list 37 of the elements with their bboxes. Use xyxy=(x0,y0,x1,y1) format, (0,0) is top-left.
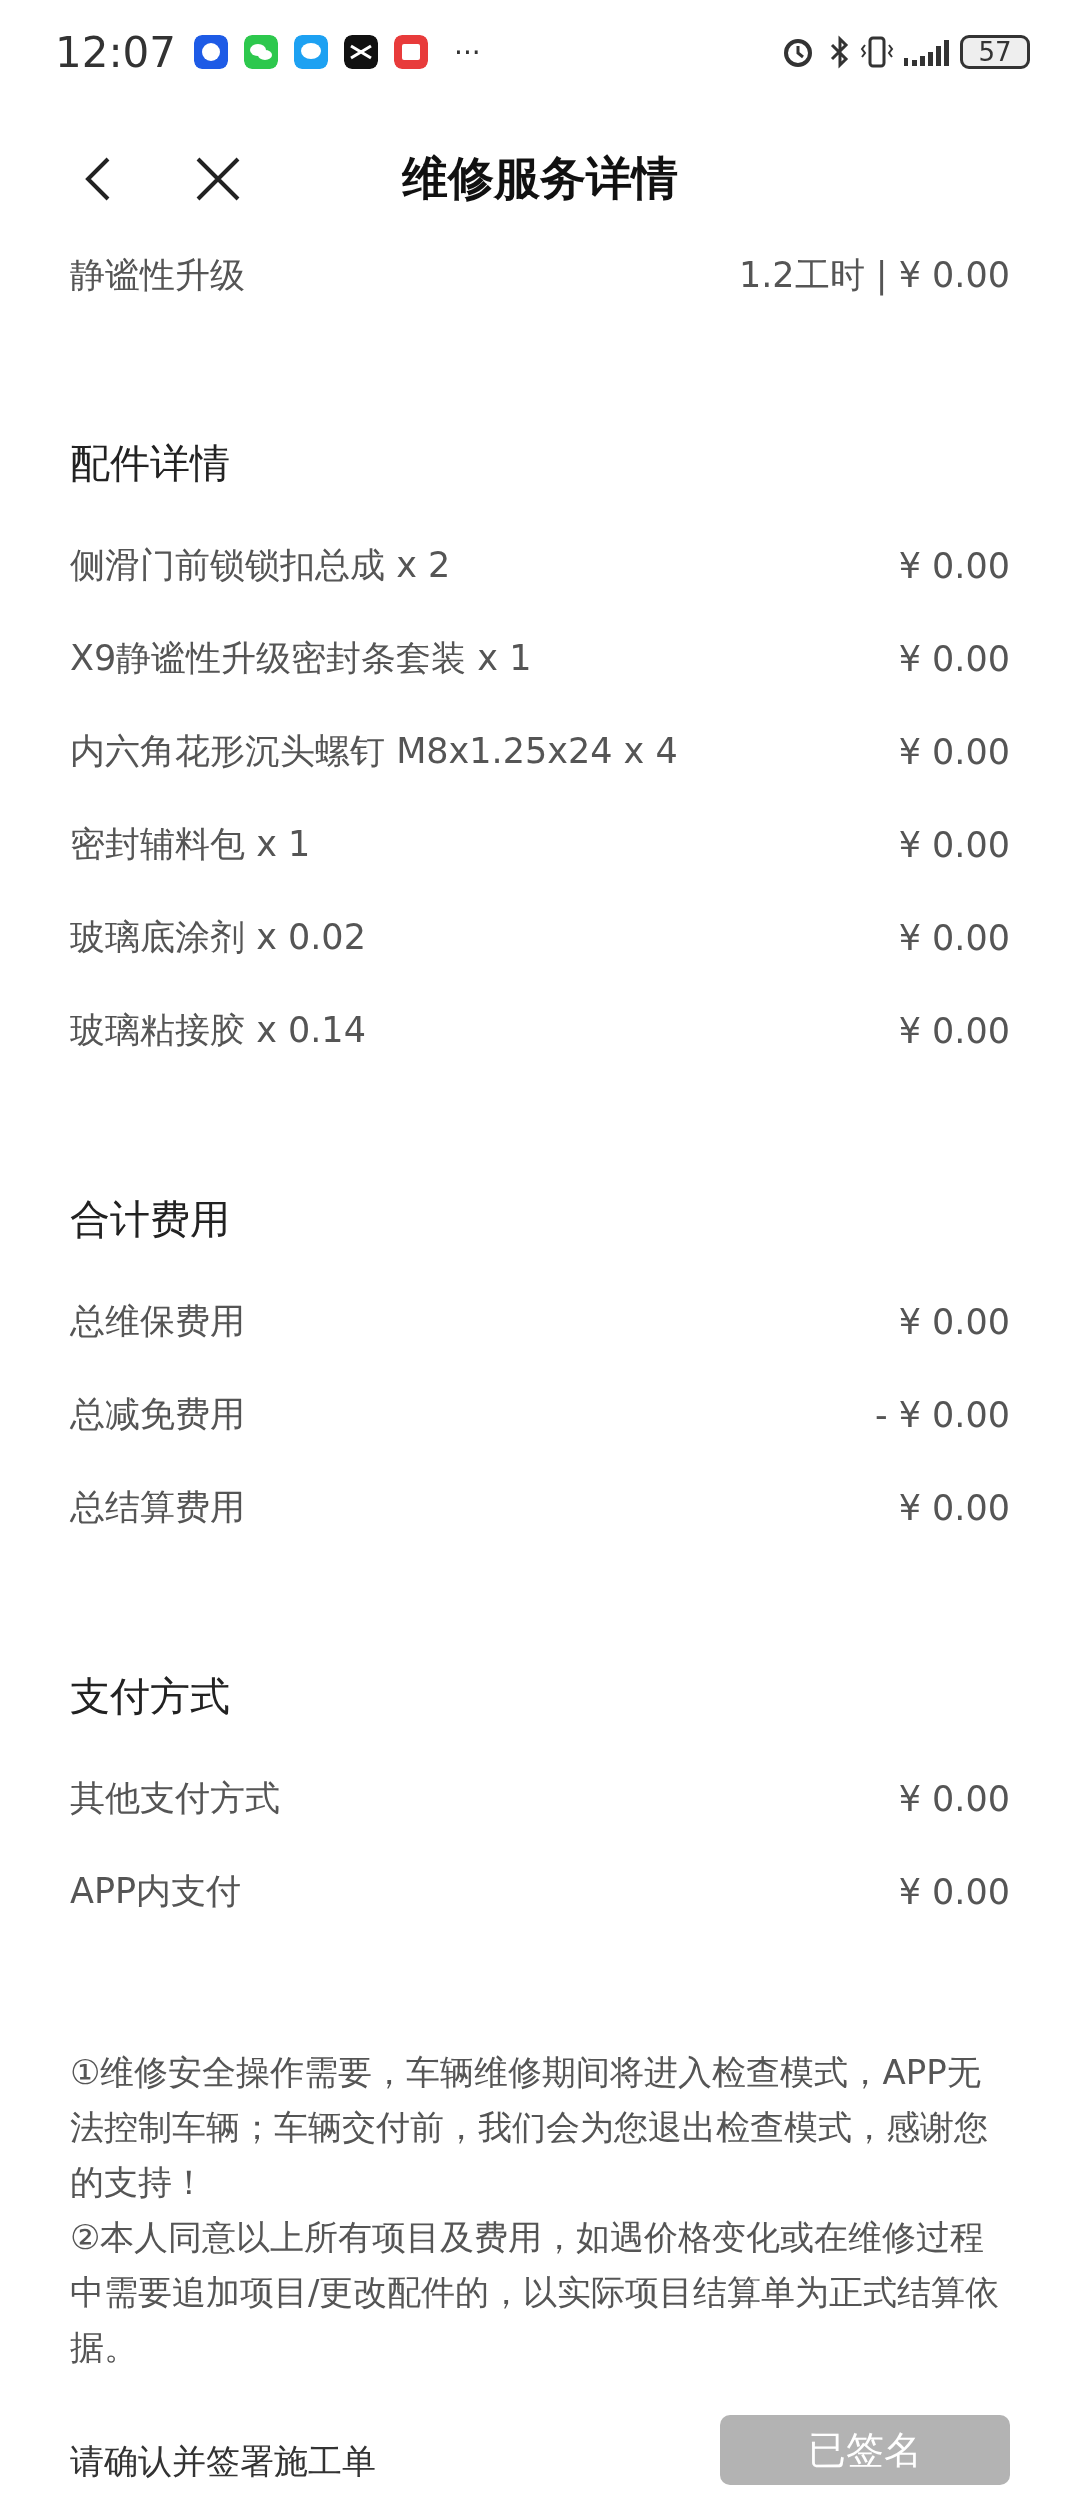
item-price: ¥ 0.00 xyxy=(898,545,1010,586)
status-time: 12:07 xyxy=(55,27,177,77)
labor-name: 静谧性升级 xyxy=(70,253,245,297)
item-label: 总结算费用 xyxy=(70,1486,245,1529)
item-label: 总维保费用 xyxy=(70,1300,245,1343)
sign-prompt: 请确认并签署施工单 xyxy=(70,2440,376,2483)
item-price: ¥ 0.00 xyxy=(898,1871,1010,1912)
item-price: ¥ 0.00 xyxy=(898,731,1010,772)
more-notifications: ··· xyxy=(454,35,481,69)
item-label: 总减免费用 xyxy=(70,1393,245,1436)
app-icon[interactable] xyxy=(344,35,379,69)
battery-level: 57 xyxy=(960,35,1030,69)
page-title: 维修服务详情 xyxy=(402,151,678,205)
vibrate-icon xyxy=(860,35,894,69)
item-label: 密封辅料包 x 1 xyxy=(70,823,311,866)
item-label: APP内支付 xyxy=(70,1870,242,1913)
item-price: ¥ 0.00 xyxy=(898,1010,1010,1051)
item-price: ¥ 0.00 xyxy=(898,1487,1010,1528)
item-price: ¥ 0.00 xyxy=(898,824,1010,865)
message-app-icon[interactable] xyxy=(294,35,329,69)
item-label: 侧滑门前锁锁扣总成 x 2 xyxy=(70,544,451,587)
item-label: 内六角花形沉头螺钉 M8x1.25x24 x 4 xyxy=(70,730,678,773)
notice-text: ②本人同意以上所有项目及费用，如遇价格变化或在维修过程中需要追加项目/更改配件的，以实际项目结算单为正式结算依据。 xyxy=(70,2216,1001,2369)
item-label: X9静谧性升级密封条套装 x 1 xyxy=(70,637,532,680)
item-label: 玻璃粘接胶 x 0.14 xyxy=(70,1009,366,1052)
item-price: - ¥ 0.00 xyxy=(874,1394,1010,1435)
item-price: ¥ 0.00 xyxy=(898,638,1010,679)
notice-text: ①维修安全操作需要，车辆维修期间将进入检查模式，APP无法控制车辆；车辆交付前，我们会为您退出检查模式，感谢您的支持！ xyxy=(70,2051,989,2204)
item-label: 其他支付方式 xyxy=(70,1777,280,1820)
section-title: 支付方式 xyxy=(69,1672,231,1721)
item-price: ¥ 0.00 xyxy=(898,1778,1010,1819)
labor-value: 1.2工时 | ¥ 0.00 xyxy=(738,253,1010,298)
section-title: 配件详情 xyxy=(69,439,231,488)
item-price: ¥ 0.00 xyxy=(898,1301,1010,1342)
item-label: 玻璃底涂剂 x 0.02 xyxy=(70,916,366,959)
section-title: 合计费用 xyxy=(69,1195,231,1244)
item-price: ¥ 0.00 xyxy=(898,917,1010,958)
